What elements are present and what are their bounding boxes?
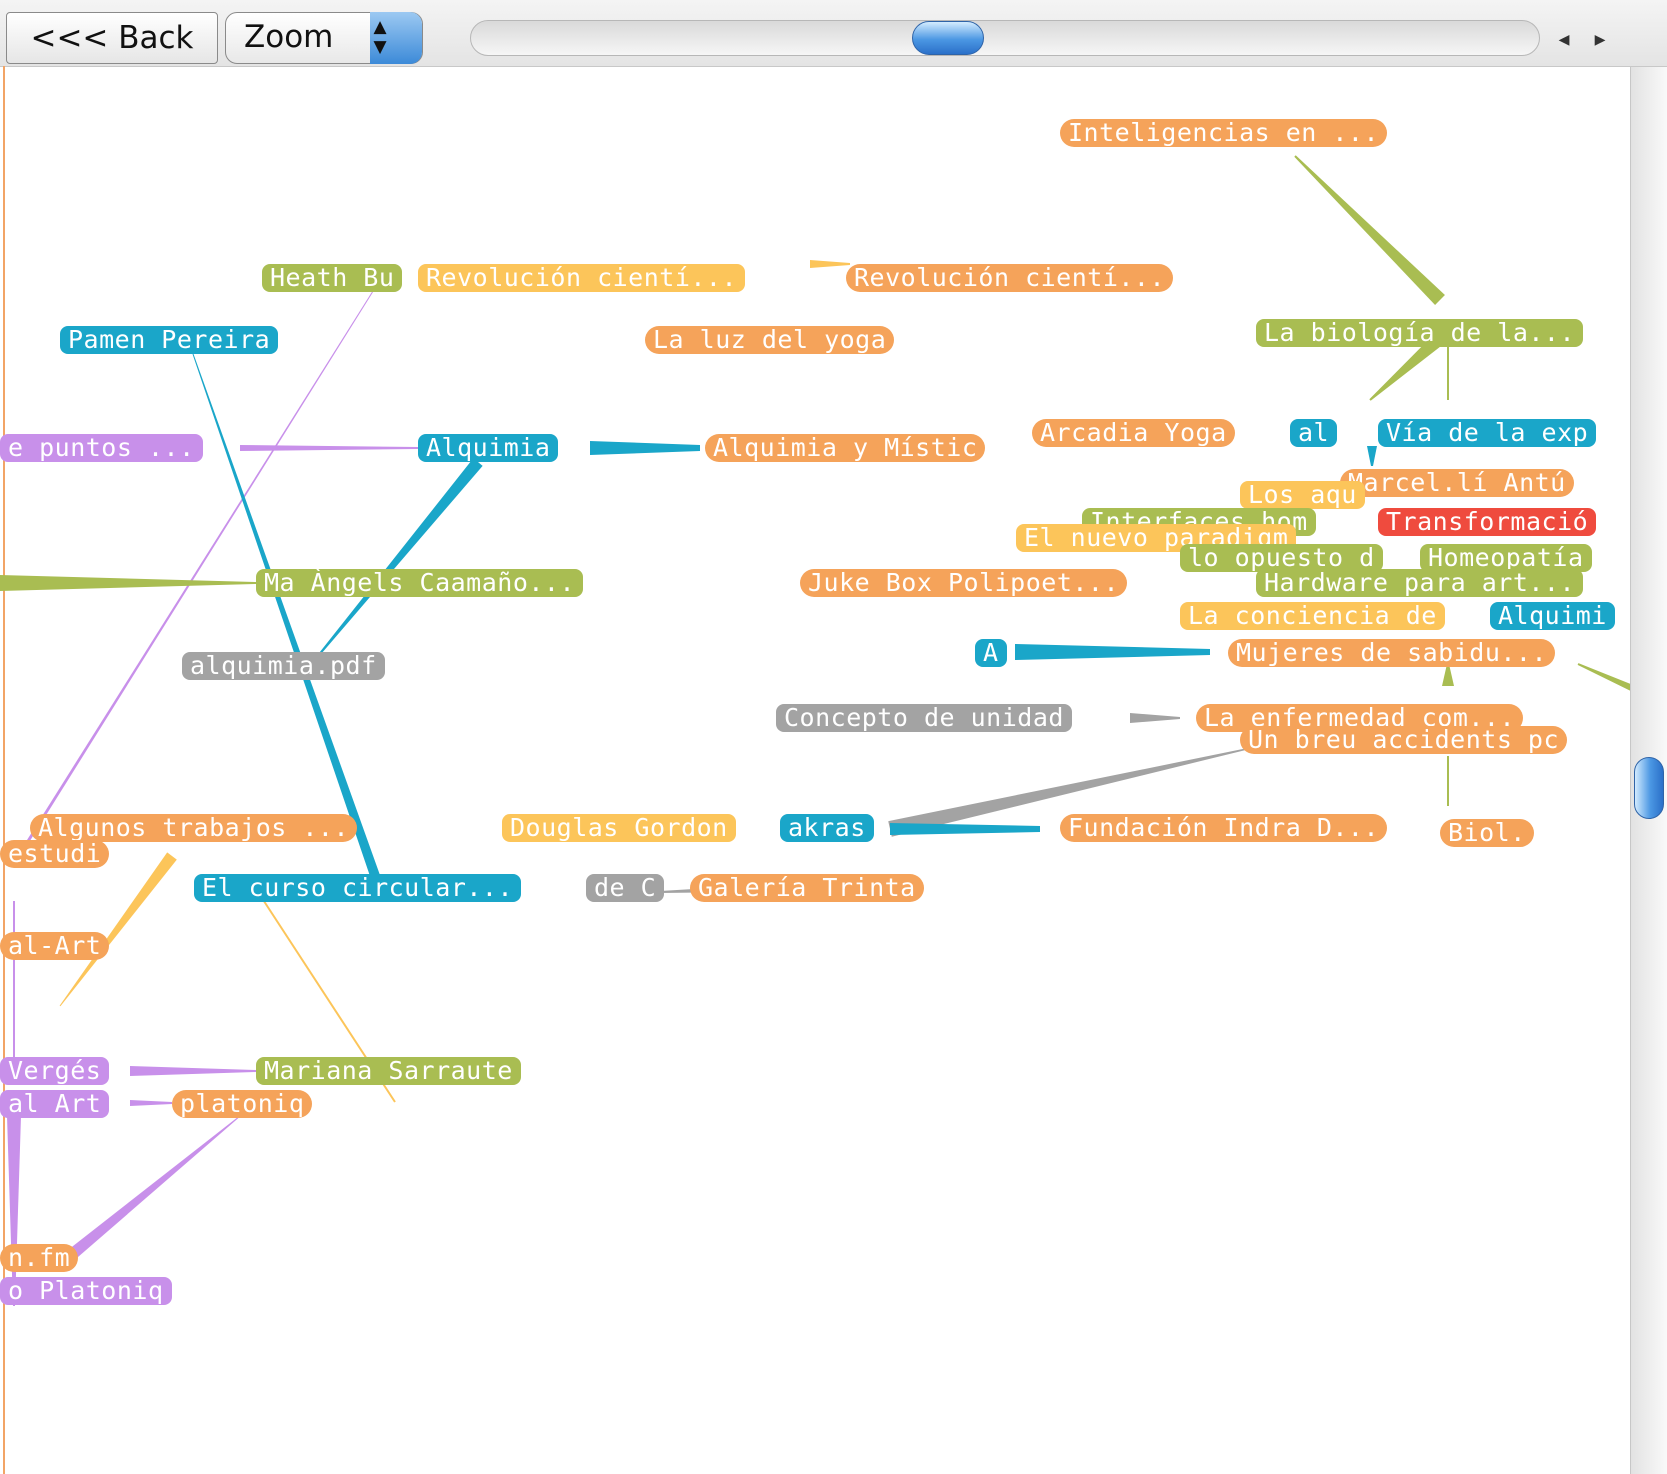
graph-node[interactable]: Un breu accidents pc xyxy=(1240,726,1568,754)
graph-node[interactable]: Galería Trinta xyxy=(690,874,924,902)
graph-node[interactable]: Inteligencias en ... xyxy=(1060,119,1388,147)
graph-node[interactable]: Fundación Indra D... xyxy=(1060,814,1388,842)
graph-node[interactable]: al-Art xyxy=(0,932,110,960)
graph-node[interactable]: Hardware para art... xyxy=(1256,569,1584,597)
graph-node[interactable]: Ma Àngels Caamaño... xyxy=(256,569,584,597)
graph-node[interactable]: La biología de la... xyxy=(1256,319,1584,347)
graph-node[interactable]: platoniq xyxy=(172,1090,313,1118)
graph-node[interactable]: A xyxy=(975,639,1007,667)
graph-node[interactable]: e puntos ... xyxy=(0,434,203,462)
graph-node[interactable]: Douglas Gordon xyxy=(502,814,736,842)
vertical-scrollbar[interactable] xyxy=(1630,67,1667,1474)
graph-edge xyxy=(590,441,700,455)
graph-node[interactable]: Vergés xyxy=(0,1057,110,1085)
graph-node[interactable]: Los aqu xyxy=(1240,481,1365,509)
graph-node[interactable]: akras xyxy=(780,814,874,842)
graph-edge xyxy=(810,260,850,268)
graph-node[interactable]: La luz del yoga xyxy=(645,326,895,354)
horizontal-scroll-thumb[interactable] xyxy=(912,21,984,55)
graph-edge xyxy=(66,1115,241,1261)
graph-edge xyxy=(1447,338,1449,400)
graph-node[interactable]: La conciencia de xyxy=(1180,602,1445,630)
graph-node[interactable]: Algunos trabajos ... xyxy=(30,814,358,842)
horizontal-scroll-track[interactable] xyxy=(470,20,1540,56)
graph-edge xyxy=(1577,663,1630,691)
graph-edge xyxy=(23,279,381,847)
graph-edge xyxy=(1015,644,1210,660)
graph-node[interactable]: Alquimia y Místic xyxy=(705,434,986,462)
toolbar: <<< Back Zoom ▲▼ ◀ ▶ xyxy=(0,0,1667,67)
graph-node[interactable]: alquimia.pdf xyxy=(182,652,385,680)
back-button[interactable]: <<< Back xyxy=(6,12,218,64)
graph-node[interactable]: Heath Bu xyxy=(262,264,403,292)
graph-node[interactable]: Revolución cientí... xyxy=(418,264,746,292)
graph-edge xyxy=(13,901,15,1071)
graph-node[interactable]: Vía de la exp xyxy=(1378,419,1597,447)
graph-node[interactable]: Alquimi xyxy=(1490,602,1615,630)
graph-edge xyxy=(1294,155,1445,305)
graph-node[interactable]: Transformació xyxy=(1378,508,1597,536)
graph-edge xyxy=(240,445,418,451)
graph-node[interactable]: Pamen Pereira xyxy=(60,326,279,354)
graph-node[interactable]: Biol. xyxy=(1440,819,1534,847)
stepper-arrows-icon[interactable]: ▲▼ xyxy=(370,12,422,64)
graph-edge xyxy=(1442,664,1454,686)
stepper-glyph: ▲▼ xyxy=(370,17,390,57)
scroll-right-arrow-icon[interactable]: ▶ xyxy=(1582,22,1618,56)
graph-node[interactable]: Mariana Sarraute xyxy=(256,1057,521,1085)
graph-edge xyxy=(1367,446,1377,466)
graph-node[interactable]: al xyxy=(1290,419,1338,447)
graph-edge xyxy=(130,1066,256,1076)
horizontal-scrollbar[interactable]: ◀ ▶ xyxy=(470,12,1605,64)
graph-edge xyxy=(130,1100,172,1106)
graph-node[interactable]: El curso circular... xyxy=(194,874,522,902)
graph-edge xyxy=(1130,713,1180,723)
graph-node[interactable]: n.fm xyxy=(0,1244,79,1272)
graph-node[interactable]: al Art xyxy=(0,1090,110,1118)
graph-edge xyxy=(890,823,1040,835)
graph-node[interactable]: Arcadia Yoga xyxy=(1032,419,1235,447)
zoom-select[interactable]: Zoom ▲▼ xyxy=(225,12,423,64)
graph-node[interactable]: Marcel.lí Antú xyxy=(1340,469,1574,497)
graph-edge xyxy=(192,353,385,892)
graph-node[interactable]: o Platoniq xyxy=(0,1277,172,1305)
graph-edge xyxy=(317,458,483,657)
graph-node[interactable]: estudi xyxy=(0,840,110,868)
zoom-label: Zoom xyxy=(244,19,334,55)
graph-edge xyxy=(59,852,177,1007)
graph-node[interactable]: Alquimia xyxy=(418,434,559,462)
graph-edge xyxy=(0,575,256,591)
graph-node[interactable]: Juke Box Polipoet... xyxy=(800,569,1128,597)
scroll-left-arrow-icon[interactable]: ◀ xyxy=(1546,22,1582,56)
graph-node[interactable]: Concepto de unidad xyxy=(776,704,1072,732)
graph-canvas[interactable]: Inteligencias en ... Heath Bu Revolución c… xyxy=(0,66,1630,1474)
vertical-scroll-thumb[interactable] xyxy=(1634,757,1664,819)
graph-node[interactable]: de C xyxy=(586,874,665,902)
graph-edges xyxy=(0,155,1630,1306)
graph-edge xyxy=(1447,756,1449,806)
graph-node[interactable]: Mujeres de sabidu... xyxy=(1228,639,1556,667)
graph-node[interactable]: Revolución cientí... xyxy=(846,264,1174,292)
